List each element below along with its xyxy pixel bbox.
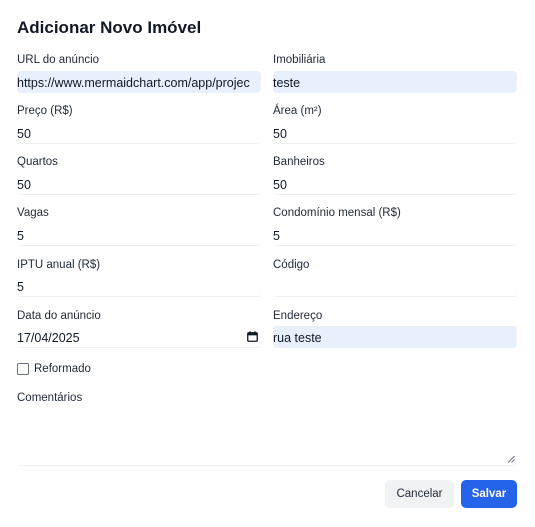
imobiliaria-label: Imobiliária <box>273 54 326 66</box>
dialog-title: Adicionar Novo Imóvel <box>17 18 202 37</box>
codigo-input[interactable] <box>273 275 517 297</box>
condominio-label: Condomínio mensal (R$) <box>273 207 401 219</box>
data-input[interactable]: 17/04/2025 <box>17 326 261 348</box>
iptu-label: IPTU anual (R$) <box>17 259 101 271</box>
imobiliaria-input[interactable]: teste <box>273 71 517 93</box>
area-label: Área (m²) <box>273 105 322 117</box>
add-property-dialog: Adicionar Novo Imóvel URL do anúncio htt… <box>0 0 535 527</box>
vagas-label: Vagas <box>17 207 49 219</box>
comentarios-textarea[interactable] <box>17 411 517 466</box>
quartos-input[interactable]: 50 <box>17 173 261 195</box>
endereco-label: Endereço <box>273 310 323 322</box>
area-input[interactable]: 50 <box>273 122 517 144</box>
preco-label: Preço (R$) <box>17 105 73 117</box>
iptu-input[interactable]: 5 <box>17 275 261 297</box>
quartos-label: Quartos <box>17 156 58 168</box>
data-label: Data do anúncio <box>17 310 101 322</box>
endereco-input[interactable]: rua teste <box>273 326 517 348</box>
cancel-button[interactable]: Cancelar <box>385 480 454 508</box>
resize-grip-icon[interactable] <box>507 455 515 463</box>
comentarios-label: Comentários <box>17 392 83 404</box>
banheiros-label: Banheiros <box>273 156 325 168</box>
preco-input[interactable]: 50 <box>17 122 261 144</box>
calendar-icon[interactable] <box>247 331 258 342</box>
url-label: URL do anúncio <box>17 54 100 66</box>
condominio-input[interactable]: 5 <box>273 224 517 246</box>
save-button[interactable]: Salvar <box>461 480 517 508</box>
reformado-label[interactable]: Reformado <box>34 363 91 375</box>
vagas-input[interactable]: 5 <box>17 224 261 246</box>
url-input[interactable]: https://www.mermaidchart.com/app/projec <box>17 71 261 93</box>
reformado-checkbox[interactable] <box>17 363 29 375</box>
codigo-label: Código <box>273 259 310 271</box>
banheiros-input[interactable]: 50 <box>273 173 517 195</box>
